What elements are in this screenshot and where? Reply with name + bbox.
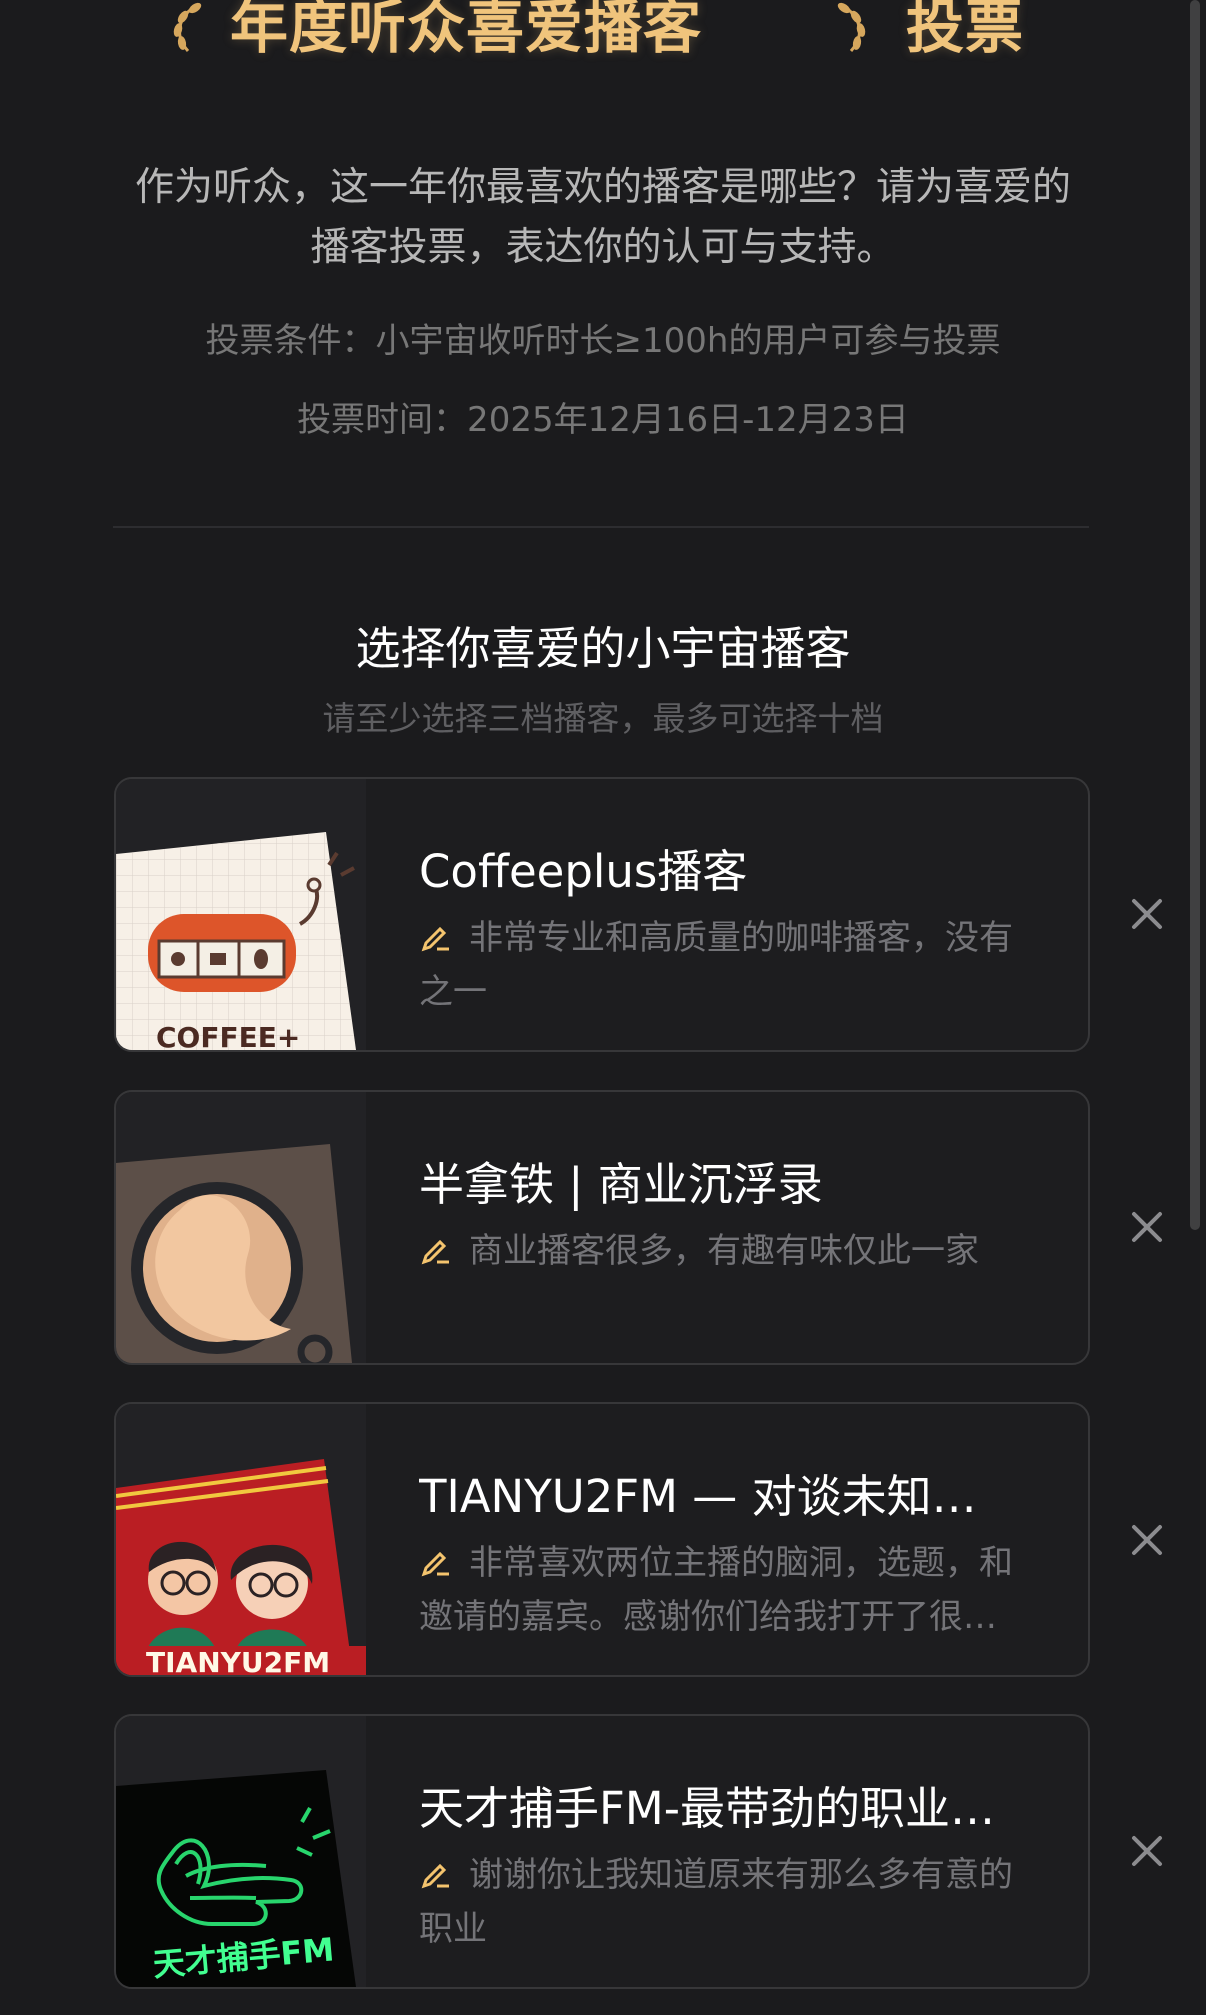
tianyu-cover-text: TIANYU2FM (146, 1646, 330, 1675)
podcast-card-tiancai[interactable]: 天才捕手FM 天才捕手FM-最带劲的职业… 谢谢你让我知道原来有那么多有意的职业 (114, 1714, 1090, 1989)
hero-title-suffix: 投票 (906, 0, 1025, 61)
vote-time: 投票时间：2025年12月16日-12月23日 (297, 400, 909, 440)
podcast-note-text: 商业播客很多，有趣有味仅此一家 (469, 1231, 979, 1271)
podcast-name: 天才捕手FM-最带劲的职业… (419, 1782, 995, 1835)
close-icon[interactable] (1128, 1521, 1166, 1559)
podcast-cover-tianyu2fm: TIANYU2FM (116, 1404, 366, 1675)
intro-line-1: 作为听众，这一年你最喜欢的播客是哪些？请为喜爱的 (134, 165, 1071, 210)
podcast-note-text: 非常喜欢两位主播的脑洞，选题，和邀请的嘉宾。感谢你们给我打开了很… (419, 1543, 1013, 1637)
hero-title: 年度听众喜爱播客 (230, 0, 703, 61)
podcast-note: 谢谢你让我知道原来有那么多有意的职业 (419, 1848, 1039, 1956)
close-icon[interactable] (1128, 1832, 1166, 1870)
podcast-name: Coffeeplus播客 (419, 845, 748, 898)
podcast-card-banlatie[interactable]: 半拿铁 | 商业沉浮录 商业播客很多，有趣有味仅此一家 (114, 1090, 1090, 1365)
pen-icon (421, 1551, 449, 1577)
pen-icon (421, 1863, 449, 1889)
pen-icon (421, 926, 449, 952)
podcast-note-text: 谢谢你让我知道原来有那么多有意的职业 (419, 1855, 1013, 1949)
scrollbar[interactable] (1190, 0, 1200, 1230)
podcast-name: TIANYU2FM — 对谈未知… (419, 1470, 977, 1523)
tiancai-cover-art: 天才捕手FM (116, 1716, 366, 1987)
podcast-cover-coffeeplus: COFFEE+ (116, 779, 366, 1050)
banlatie-cover-art (116, 1092, 366, 1363)
podcast-note: 非常喜欢两位主播的脑洞，选题，和邀请的嘉宾。感谢你们给我打开了很… (419, 1536, 1039, 1644)
coffee-cover-text: COFFEE+ (156, 1021, 300, 1050)
close-icon[interactable] (1128, 1208, 1166, 1246)
podcast-name: 半拿铁 | 商业沉浮录 (419, 1158, 823, 1211)
intro-text: 作为听众，这一年你最喜欢的播客是哪些？请为喜爱的 播客投票，表达你的认可与支持。 (95, 158, 1111, 278)
hero-banner: 年度听众喜爱播客 投票 (0, 0, 1206, 70)
tianyu2fm-cover-art: TIANYU2FM (116, 1404, 366, 1675)
podcast-cover-tiancai: 天才捕手FM (116, 1716, 366, 1987)
coffeeplus-cover-art: COFFEE+ (116, 779, 366, 1050)
podcast-note-text: 非常专业和高质量的咖啡播客，没有之一 (419, 918, 1013, 1012)
close-icon[interactable] (1128, 895, 1166, 933)
section-title: 选择你喜爱的小宇宙播客 (355, 622, 851, 675)
podcast-card-coffeeplus[interactable]: COFFEE+ Coffeeplus播客 非常专业和高质量的咖啡播客，没有之一 (114, 777, 1090, 1052)
section-divider (113, 526, 1089, 528)
podcast-cover-banlatie (116, 1092, 366, 1363)
intro-line-2: 播客投票，表达你的认可与支持。 (310, 225, 896, 270)
pen-icon (421, 1239, 449, 1265)
podcast-note: 非常专业和高质量的咖啡播客，没有之一 (419, 911, 1039, 1019)
podcast-card-tianyu2fm[interactable]: TIANYU2FM TIANYU2FM — 对谈未知… 非常喜欢两位主播的脑洞，… (114, 1402, 1090, 1677)
section-subtitle: 请至少选择三档播客，最多可选择十档 (322, 699, 884, 738)
vote-page: 年度听众喜爱播客 投票 作为听众，这一年你最喜欢的播客是哪些？请为喜爱的 播客投… (0, 0, 1206, 2015)
laurel-right-icon (837, 2, 866, 52)
vote-condition: 投票条件：小宇宙收听时长≥100h的用户可参与投票 (205, 321, 1001, 361)
laurel-left-icon (173, 2, 202, 52)
podcast-note: 商业播客很多，有趣有味仅此一家 (419, 1224, 1039, 1278)
